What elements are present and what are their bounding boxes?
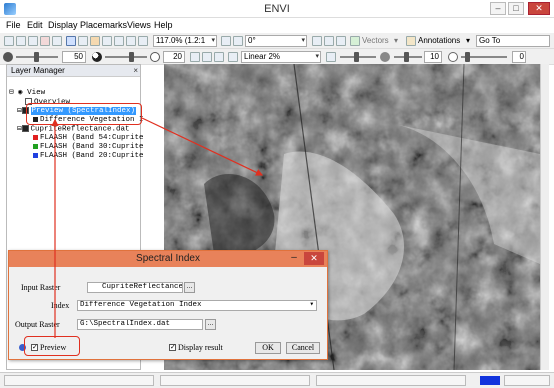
annotation-arrows [51, 117, 264, 338]
arrow-to-image [141, 117, 264, 176]
